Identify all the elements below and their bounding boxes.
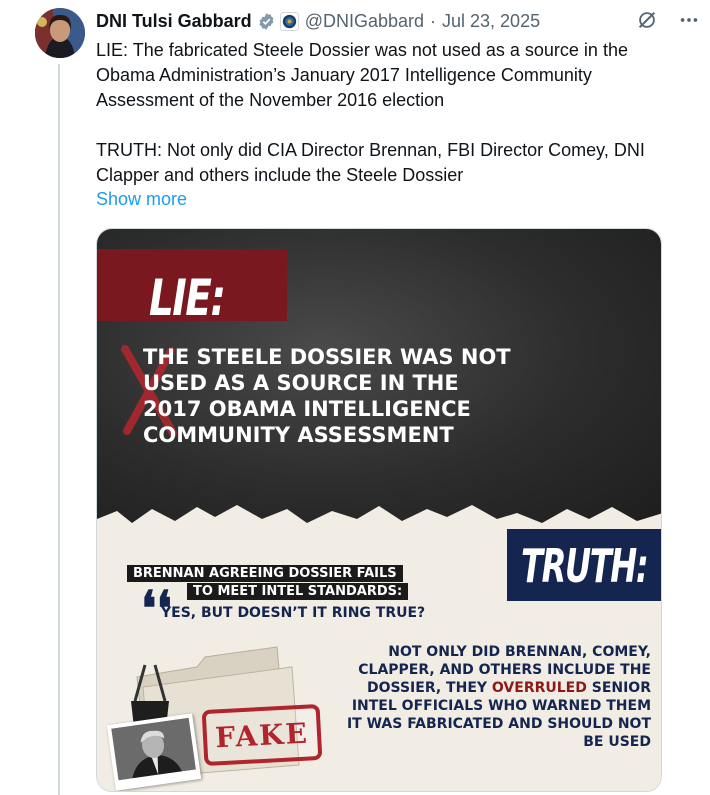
tweet-date[interactable]: Jul 23, 2025 <box>442 11 540 32</box>
photo-print <box>106 713 202 791</box>
quote-text: YES, BUT DOESN’T IT RING TRUE? <box>161 605 426 621</box>
tweet-paragraph-lie: LIE: The fabricated Steele Dossier was n… <box>96 40 633 110</box>
tweet-text: LIE: The fabricated Steele Dossier was n… <box>96 38 676 188</box>
tweet-media-image[interactable]: LIE: THE STEELE DOSSIER WAS NOT USED AS … <box>96 228 662 792</box>
truth-statement-highlight: OVERRULED <box>491 680 587 696</box>
separator-dot: · <box>430 10 437 31</box>
avatar-image <box>35 8 85 58</box>
avatar[interactable] <box>35 8 85 58</box>
show-more-link[interactable]: Show more <box>96 189 187 210</box>
quote-heading-line-2: TO MEET INTEL STANDARDS: <box>187 583 409 600</box>
government-affiliate-icon[interactable] <box>279 11 299 31</box>
lie-statement: THE STEELE DOSSIER WAS NOT USED AS A SOU… <box>143 345 511 447</box>
lie-label-box: LIE: <box>97 249 287 327</box>
fake-stamp: FAKE <box>201 703 323 767</box>
tweet-paragraph-truth: TRUTH: Not only did CIA Director Brennan… <box>96 140 650 185</box>
verified-badge-icon[interactable] <box>257 12 276 31</box>
author-name[interactable]: DNI Tulsi Gabbard <box>96 11 252 32</box>
grok-icon[interactable] <box>636 9 658 36</box>
fake-stamp-text: FAKE <box>214 716 310 754</box>
tweet-header: DNI Tulsi Gabbard @DNIGabbard · Jul 23, … <box>96 9 700 33</box>
portrait-photo <box>111 717 196 781</box>
truth-statement: NOT ONLY DID BRENNAN, COMEY, CLAPPER, AN… <box>343 643 651 751</box>
thread-line <box>58 64 60 795</box>
author-handle[interactable]: @DNIGabbard <box>305 11 424 32</box>
truth-label: TRUTH: <box>521 539 649 593</box>
truth-label-box: TRUTH: <box>507 529 661 601</box>
lie-label: LIE: <box>149 269 226 327</box>
quote-heading-line-1: BRENNAN AGREEING DOSSIER FAILS <box>127 565 403 582</box>
more-icon[interactable] <box>678 9 700 36</box>
